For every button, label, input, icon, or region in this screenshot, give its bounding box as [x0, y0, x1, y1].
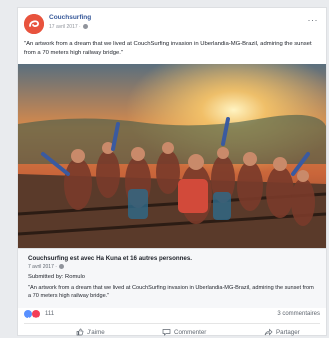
thumbs-up-icon [76, 328, 84, 336]
shared-post-header[interactable]: Couchsurfing est avec Ha Kuna et 16 autr… [28, 255, 192, 262]
shared-post-timestamp[interactable]: 7 avril 2017 · [28, 264, 65, 270]
couchsurfing-logo [24, 14, 44, 34]
like-label: J'aime [87, 328, 105, 336]
share-label: Partager [276, 328, 300, 336]
submitted-by: Submitted by: Romulo [28, 274, 86, 280]
shared-post-quote: "An artwork from a dream that we lived a… [28, 285, 314, 299]
like-icon[interactable] [24, 310, 32, 322]
post-card: Couchsurfing 17 avril 2017 · ··· "An art… [17, 7, 327, 336]
page-name-link[interactable]: Couchsurfing [49, 14, 91, 21]
post-photo[interactable] [18, 64, 326, 248]
comment-icon [162, 329, 171, 336]
page-avatar[interactable] [24, 14, 44, 34]
globe-icon [83, 24, 89, 30]
post-caption: "An artwork from a dream that we lived a… [24, 41, 312, 56]
share-icon [264, 328, 273, 336]
post-timestamp[interactable]: 17 avril 2017 · [49, 24, 89, 30]
comment-label: Commenter [174, 328, 207, 336]
post-stats: 111 3 commentaires [24, 310, 320, 322]
reaction-count[interactable]: 111 [45, 311, 54, 317]
shared-post[interactable]: Couchsurfing est avec Ha Kuna et 16 autr… [18, 248, 326, 308]
globe-icon [59, 264, 65, 270]
more-icon[interactable]: ··· [308, 16, 319, 25]
post-date-text: 17 avril 2017 · [49, 24, 81, 30]
shared-date-text: 7 avril 2017 · [28, 264, 57, 270]
comment-count[interactable]: 3 commentaires [277, 311, 320, 317]
love-icon[interactable] [32, 310, 40, 322]
group-photo-artwork [18, 64, 326, 248]
